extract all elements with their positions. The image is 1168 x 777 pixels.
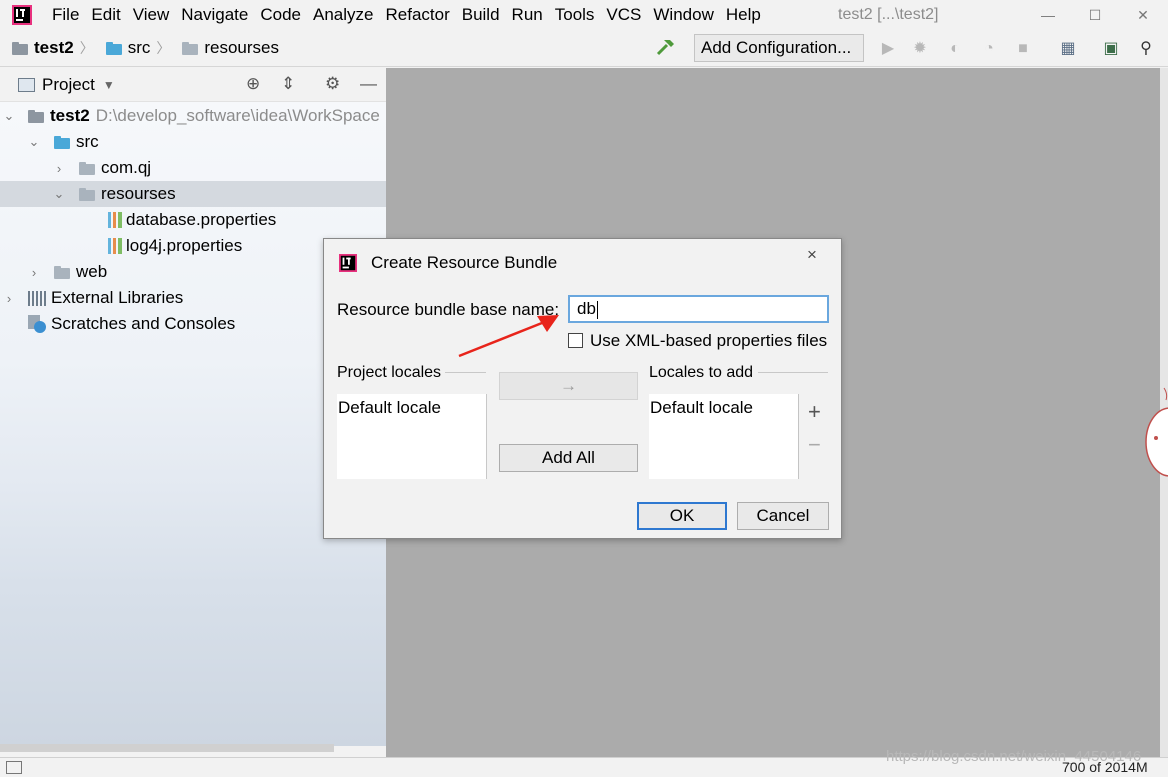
- chevron-down-icon[interactable]: ⌄: [27, 134, 41, 150]
- collapse-all-icon[interactable]: ⇕: [281, 74, 295, 94]
- mascot-sticker-icon: [1142, 380, 1168, 490]
- package-icon: [79, 161, 95, 175]
- tree-node-test2[interactable]: ⌄ test2 D:\develop_software\idea\WorkSpa…: [0, 103, 386, 129]
- chevron-right-icon: 〉: [156, 40, 171, 56]
- breadcrumb-test2[interactable]: test2 〉: [12, 38, 94, 58]
- remove-locale-icon[interactable]: −: [808, 432, 821, 458]
- add-all-button[interactable]: Add All: [499, 444, 638, 472]
- intellij-logo-icon: [339, 254, 357, 272]
- separator: [758, 372, 828, 373]
- folder-icon: [182, 41, 199, 55]
- project-locales-list[interactable]: Default locale: [337, 394, 487, 479]
- locales-to-add-list[interactable]: Default locale: [649, 394, 799, 479]
- menu-window[interactable]: Window: [647, 0, 719, 30]
- tree-node-resourses[interactable]: ⌄ resourses: [0, 181, 386, 207]
- run-with-coverage-icon[interactable]: ◐: [944, 38, 966, 60]
- close-window-button[interactable]: ✕: [1120, 0, 1166, 30]
- profile-icon[interactable]: ◔: [978, 38, 1000, 60]
- hide-panel-icon[interactable]: —: [360, 74, 377, 94]
- tree-node-src[interactable]: ⌄ src: [0, 129, 386, 155]
- dialog-title: Create Resource Bundle: [371, 253, 558, 272]
- terminal-icon[interactable]: ▣: [1100, 38, 1122, 60]
- stop-icon[interactable]: ■: [1012, 38, 1034, 60]
- maximize-button[interactable]: ☐: [1072, 0, 1118, 30]
- close-icon[interactable]: ×: [807, 245, 817, 265]
- menu-help[interactable]: Help: [720, 0, 767, 30]
- list-item[interactable]: Default locale: [650, 398, 799, 418]
- chevron-right-icon[interactable]: ›: [52, 161, 66, 176]
- source-folder-icon: [105, 41, 122, 55]
- menu-run[interactable]: Run: [506, 0, 549, 30]
- list-item[interactable]: Default locale: [338, 398, 487, 418]
- text-cursor: [596, 300, 598, 319]
- intellij-logo-icon: [12, 5, 32, 25]
- search-icon[interactable]: ⚲: [1135, 38, 1157, 60]
- source-folder-icon: [54, 135, 70, 149]
- horizontal-scrollbar[interactable]: [0, 744, 334, 752]
- chevron-right-icon[interactable]: ›: [2, 291, 16, 306]
- breadcrumb-resourses[interactable]: resourses: [182, 38, 279, 58]
- menu-code[interactable]: Code: [254, 0, 307, 30]
- web-folder-icon: [54, 265, 70, 279]
- build-hammer-icon[interactable]: [656, 38, 676, 62]
- menu-file[interactable]: File: [46, 0, 85, 30]
- project-view-selector[interactable]: Project ▼: [8, 75, 115, 95]
- menu-build[interactable]: Build: [456, 0, 506, 30]
- menu-bar: File Edit View Navigate Code Analyze Ref…: [0, 0, 1168, 30]
- base-name-input[interactable]: db: [568, 295, 829, 323]
- menu-edit[interactable]: Edit: [85, 0, 126, 30]
- menu-tools[interactable]: Tools: [549, 0, 601, 30]
- chevron-right-icon[interactable]: ›: [27, 265, 41, 280]
- tree-node-database-properties[interactable]: database.properties: [0, 207, 386, 233]
- tree-node-com-qj[interactable]: › com.qj: [0, 155, 386, 181]
- project-locales-label: Project locales: [337, 364, 442, 381]
- project-icon: [18, 77, 35, 92]
- project-structure-icon[interactable]: ▦: [1057, 38, 1079, 60]
- annotation-arrow-icon: [458, 315, 559, 358]
- scratches-icon: [28, 315, 46, 333]
- window-title: test2 [...\test2]: [838, 6, 939, 23]
- separator: [486, 394, 487, 479]
- memory-indicator[interactable]: 700 of 2014M: [1062, 759, 1148, 775]
- separator: [445, 372, 486, 373]
- minimize-button[interactable]: —: [1025, 0, 1071, 30]
- menu-analyze[interactable]: Analyze: [307, 0, 379, 30]
- chevron-down-icon[interactable]: ⌄: [52, 186, 66, 202]
- cancel-button[interactable]: Cancel: [737, 502, 829, 530]
- library-icon: [28, 290, 46, 306]
- run-icon[interactable]: ▶: [877, 38, 899, 60]
- ok-button[interactable]: OK: [637, 502, 727, 530]
- menu-view[interactable]: View: [127, 0, 176, 30]
- add-locale-icon[interactable]: +: [808, 399, 821, 425]
- create-resource-bundle-dialog: Create Resource Bundle × Resource bundle…: [323, 238, 842, 539]
- breadcrumb-src[interactable]: src 〉: [105, 38, 171, 58]
- locate-file-icon[interactable]: ⊕: [246, 74, 260, 94]
- menu-refactor[interactable]: Refactor: [379, 0, 455, 30]
- locales-to-add-label: Locales to add: [649, 364, 754, 381]
- chevron-right-icon: 〉: [79, 40, 94, 56]
- gear-icon[interactable]: ⚙: [325, 74, 340, 94]
- folder-icon: [79, 187, 95, 201]
- add-configuration-button[interactable]: Add Configuration...: [694, 34, 864, 62]
- use-xml-label[interactable]: Use XML-based properties files: [590, 331, 827, 351]
- menu-vcs[interactable]: VCS: [600, 0, 647, 30]
- move-locale-button[interactable]: →: [499, 372, 638, 400]
- properties-file-icon: [108, 238, 122, 254]
- toggle-tool-windows-icon[interactable]: [6, 761, 22, 774]
- debug-icon[interactable]: ✹: [909, 38, 931, 60]
- module-folder-icon: [28, 109, 44, 123]
- module-folder-icon: [12, 41, 28, 55]
- menu-navigate[interactable]: Navigate: [175, 0, 254, 30]
- properties-file-icon: [108, 212, 122, 228]
- use-xml-checkbox[interactable]: [568, 333, 583, 348]
- chevron-down-icon: ▼: [102, 77, 115, 92]
- chevron-down-icon[interactable]: ⌄: [2, 108, 16, 124]
- arrow-right-icon: →: [560, 376, 577, 395]
- separator: [798, 394, 799, 479]
